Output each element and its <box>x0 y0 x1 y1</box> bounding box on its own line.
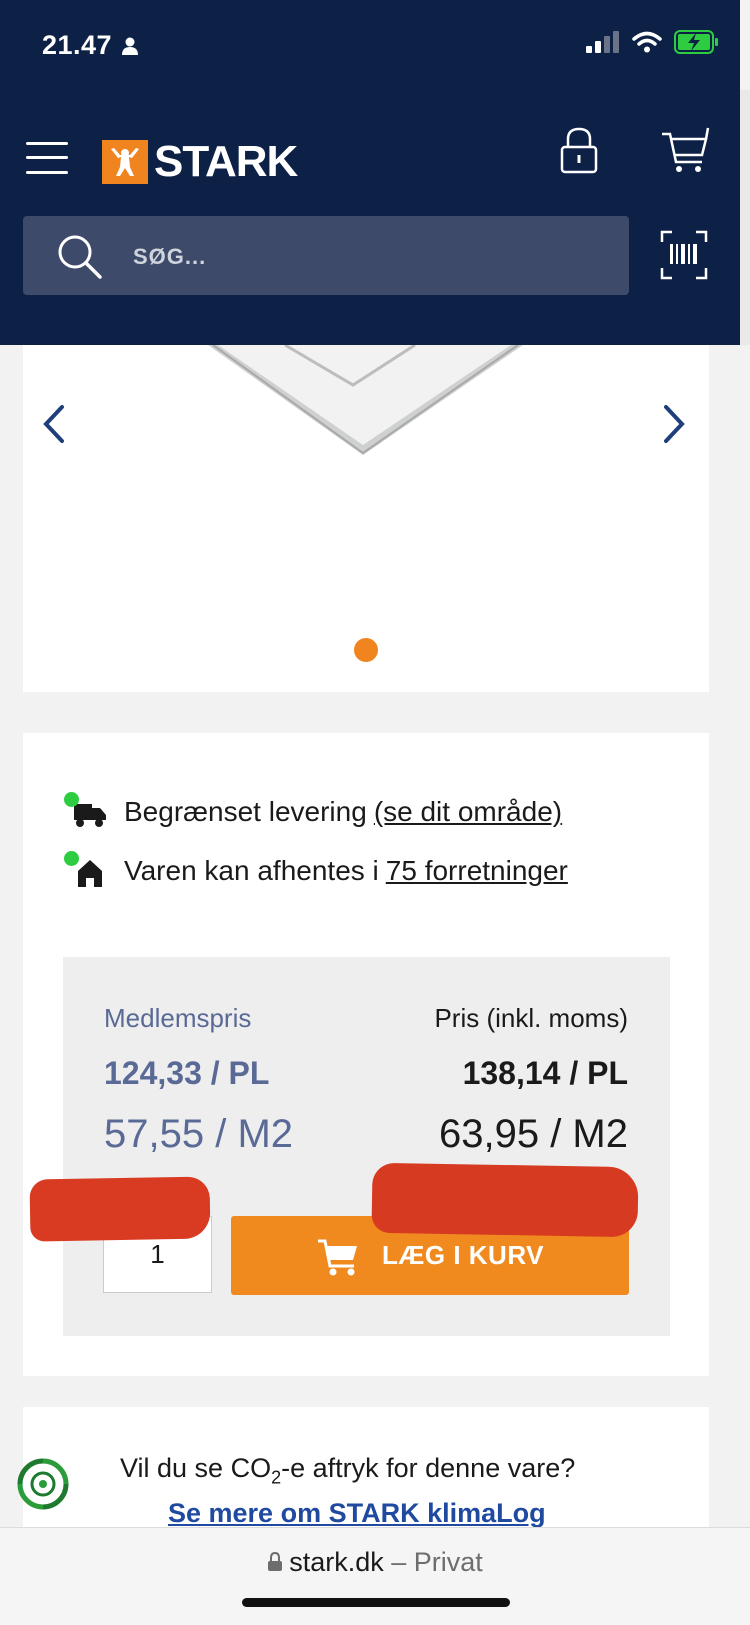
status-dot <box>64 851 79 866</box>
menu-button[interactable] <box>26 140 68 176</box>
delivery-status <box>64 792 108 832</box>
add-to-cart-label: LÆG I KURV <box>382 1240 544 1270</box>
delivery-row: Begrænset levering (se dit område) <box>64 792 562 832</box>
delivery-area-link[interactable]: (se dit område) <box>374 796 562 828</box>
status-indicators <box>586 30 720 54</box>
signal-icon <box>586 31 619 53</box>
price-label: Pris (inkl. moms) <box>434 1003 628 1033</box>
search-icon <box>58 235 102 279</box>
klimalog-link[interactable]: Se mere om STARK klimaLog <box>168 1498 546 1529</box>
recycle-globe-icon[interactable] <box>14 1455 72 1513</box>
barcode-scan-icon[interactable] <box>660 230 708 280</box>
home-indicator[interactable] <box>242 1598 510 1607</box>
cart-icon <box>318 1239 357 1275</box>
status-time-label: 21.47 <box>42 30 113 60</box>
wifi-icon <box>632 31 662 53</box>
url-domain: stark.dk <box>289 1547 384 1577</box>
status-dot <box>64 792 79 807</box>
climate-question: Vil du se CO2-e aftryk for denne vare? <box>120 1453 575 1488</box>
member-price-label: Medlemspris <box>104 1003 252 1033</box>
member-price-per-m2: 57,55 / M2 <box>104 1112 294 1156</box>
redaction-mark <box>371 1162 639 1238</box>
stark-logo[interactable]: STARK <box>102 137 298 187</box>
search-input[interactable]: SØG... <box>133 244 206 270</box>
search-bar[interactable]: SØG... <box>23 216 629 295</box>
stores-link[interactable]: 75 forretninger <box>386 855 568 887</box>
logo-text: STARK <box>154 137 298 186</box>
lock-icon <box>268 1551 283 1571</box>
carousel-next-icon[interactable] <box>662 404 686 444</box>
member-price-per-pl: 124,33 / PL <box>104 1055 270 1091</box>
carousel-prev-icon[interactable] <box>42 404 66 444</box>
status-time: 21.47 <box>42 30 140 61</box>
climate-question-sub: 2 <box>271 1467 282 1488</box>
pickup-text: Varen kan afhentes i <box>124 855 379 886</box>
header-edge <box>740 90 750 345</box>
stark-figure-icon <box>111 148 139 176</box>
url-display[interactable]: stark.dk – Privat <box>0 1547 750 1578</box>
lock-icon[interactable] <box>559 126 599 174</box>
person-icon <box>122 37 139 55</box>
redaction-mark <box>29 1176 211 1242</box>
price-per-pl: 138,14 / PL <box>462 1055 628 1091</box>
browsing-mode: – Privat <box>383 1547 483 1577</box>
product-image <box>208 345 523 455</box>
price-per-m2: 63,95 / M2 <box>438 1112 628 1156</box>
climate-question-pre: Vil du se CO <box>120 1453 272 1483</box>
pickup-status <box>64 851 108 891</box>
delivery-text: Begrænset levering <box>124 796 367 827</box>
pickup-row: Varen kan afhentes i 75 forretninger <box>64 851 568 891</box>
climate-question-post: -e aftryk for denne vare? <box>281 1453 576 1483</box>
carousel-dot-active[interactable] <box>354 638 378 662</box>
battery-charging-icon <box>674 30 718 54</box>
cart-icon[interactable] <box>660 126 710 174</box>
stark-logo-mark <box>102 140 148 184</box>
